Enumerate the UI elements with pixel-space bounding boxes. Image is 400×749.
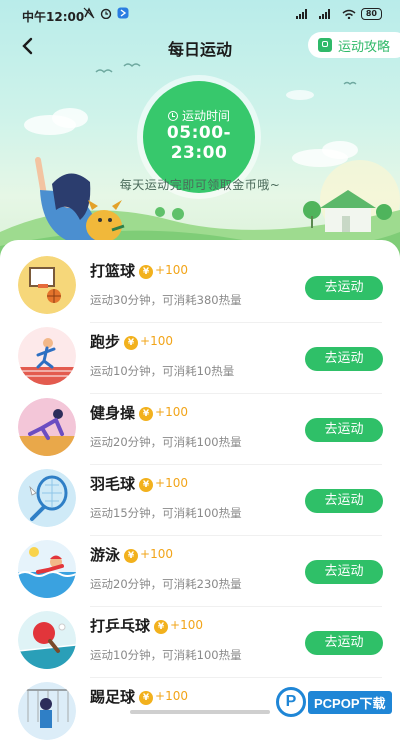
activity-list: 打篮球 ¥ +100 运动30分钟，可消耗380热量 去运动 跑步 ¥ +100 运动1…: [0, 240, 400, 740]
activity-description: 运动10分钟，可消耗10热量: [90, 364, 235, 378]
coin-bonus: +100: [140, 547, 173, 561]
go-exercise-button[interactable]: 去运动: [305, 560, 383, 584]
table-tennis-icon: [18, 611, 76, 669]
clock-icon: [167, 110, 178, 121]
badminton-icon: [18, 469, 76, 527]
no-data-icon: [83, 7, 95, 19]
coin-bonus: +100: [140, 334, 173, 348]
banner-tagline: 每天运动完即可领取金币哦~: [119, 178, 281, 192]
activity-name: 羽毛球: [90, 475, 136, 493]
activity-name: 打篮球: [90, 262, 136, 280]
status-icons-right: 80: [295, 8, 382, 20]
list-item: 打乒乓球 ¥ +100 运动10分钟，可消耗100热量 去运动: [0, 607, 400, 678]
coin-icon: ¥: [124, 549, 139, 563]
coin-bonus: +100: [155, 689, 188, 703]
basketball-icon: [18, 256, 76, 314]
swimming-icon: [18, 540, 76, 598]
activity-description: 运动30分钟，可消耗380热量: [90, 293, 242, 307]
activity-description: 运动20分钟，可消耗100热量: [90, 435, 242, 449]
coin-icon: ¥: [154, 620, 169, 634]
activity-description: 运动20分钟，可消耗230热量: [90, 577, 242, 591]
list-item: 健身操 ¥ +100 运动20分钟，可消耗100热量 去运动: [0, 394, 400, 465]
coin-icon: ¥: [139, 691, 154, 705]
coin-icon: ¥: [124, 336, 139, 350]
coin-bonus: +100: [155, 263, 188, 277]
football-icon: [18, 682, 76, 740]
watermark-logo-icon: P: [276, 687, 306, 717]
activity-description: 运动15分钟，可消耗100热量: [90, 506, 242, 520]
wifi-icon: [342, 9, 356, 19]
header-bar: 每日运动 运动攻略: [0, 30, 400, 64]
alarm-icon: [100, 8, 112, 19]
running-icon: [18, 327, 76, 385]
watermark-text: PCPOP下载: [308, 690, 392, 714]
go-exercise-button[interactable]: 去运动: [305, 489, 383, 513]
activity-name: 踢足球: [90, 688, 136, 706]
status-bar: 中午12:00 80: [0, 0, 400, 30]
coin-bonus: +100: [155, 476, 188, 490]
activity-description: 运动10分钟，可消耗100热量: [90, 648, 242, 662]
guide-label: 运动攻略: [337, 39, 390, 55]
list-item: 羽毛球 ¥ +100 运动15分钟，可消耗100热量 去运动: [0, 465, 400, 536]
aerobics-icon: [18, 398, 76, 456]
go-exercise-button[interactable]: 去运动: [305, 418, 383, 442]
status-time: 中午12:00: [22, 10, 85, 24]
watermark: P PCPOP下载: [276, 684, 400, 720]
list-item: 打篮球 ¥ +100 运动30分钟，可消耗380热量 去运动: [0, 252, 400, 323]
exercise-time-label: 运动时间: [181, 109, 230, 123]
activity-name: 健身操: [90, 404, 136, 422]
signal-icon: [295, 9, 307, 19]
activity-name: 打乒乓球: [90, 617, 151, 635]
coin-icon: ¥: [139, 478, 154, 492]
hero-banner: 中午12:00 80 每日运动 运动攻略 运动时间 05:00-23:00 每天…: [0, 0, 400, 262]
guide-icon: [317, 38, 332, 52]
coin-icon: ¥: [139, 265, 154, 279]
activity-name: 跑步: [90, 333, 121, 351]
signal-icon-2: [318, 9, 330, 19]
exercise-time-range: 05:00-23:00: [166, 123, 232, 163]
go-exercise-button[interactable]: 去运动: [305, 631, 383, 655]
app-notification-icon: [117, 7, 129, 19]
coin-bonus: +100: [170, 618, 203, 632]
coin-bonus: +100: [155, 405, 188, 419]
list-item: 跑步 ¥ +100 运动10分钟，可消耗10热量 去运动: [0, 323, 400, 394]
activity-name: 游泳: [90, 546, 121, 564]
coin-icon: ¥: [139, 407, 154, 421]
go-exercise-button[interactable]: 去运动: [305, 347, 383, 371]
exercise-guide-button[interactable]: 运动攻略: [307, 32, 400, 58]
list-item: 游泳 ¥ +100 运动20分钟，可消耗230热量 去运动: [0, 536, 400, 607]
battery-indicator: 80: [360, 8, 382, 20]
status-icons-left: [83, 7, 129, 19]
go-exercise-button[interactable]: 去运动: [305, 276, 383, 300]
home-indicator[interactable]: [130, 710, 270, 714]
